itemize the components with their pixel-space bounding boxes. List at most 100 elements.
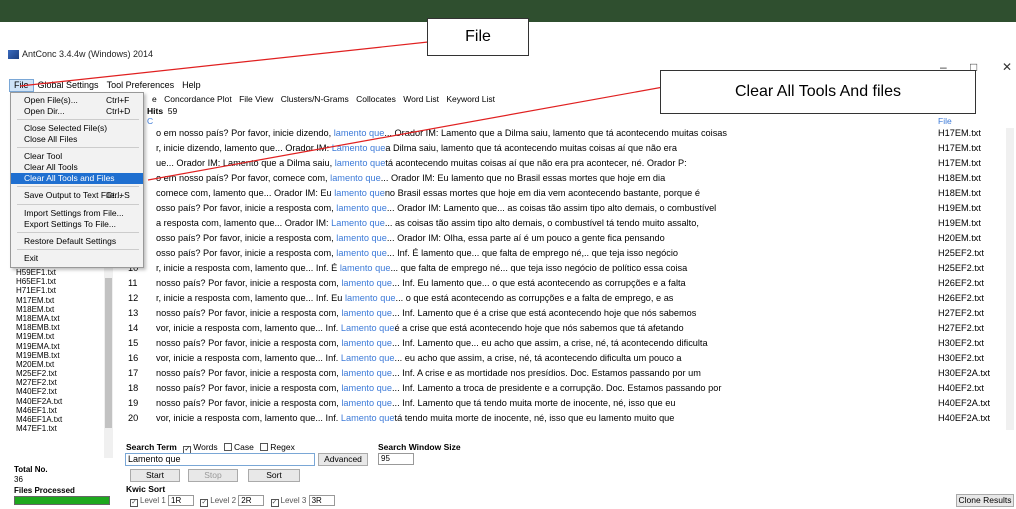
hit-file-name[interactable]: H27EF2.txt — [938, 308, 984, 320]
corpus-file-item[interactable]: M19EMB.txt — [10, 351, 114, 360]
search-window-spinner[interactable]: 95 — [378, 453, 414, 465]
hit-file-name[interactable]: H18EM.txt — [938, 188, 981, 200]
hit-file-name[interactable]: H30EF2.txt — [938, 338, 984, 350]
tab-collocates[interactable]: Collocates — [356, 94, 396, 104]
hit-file-name[interactable]: H20EM.txt — [938, 233, 981, 245]
corpus-file-item[interactable]: M27EF2.txt — [10, 378, 114, 387]
corpus-file-item[interactable]: M46EF1A.txt — [10, 415, 114, 424]
hit-file-name[interactable]: H30EF2.txt — [938, 353, 984, 365]
hit-keyword[interactable]: lamento que — [335, 158, 386, 168]
hit-keyword[interactable]: lamento que — [336, 233, 387, 243]
corpus-file-item[interactable]: M17EM.txt — [10, 296, 114, 305]
hit-keyword[interactable]: lamento que — [341, 398, 392, 408]
hit-keyword[interactable]: lamento que — [345, 293, 396, 303]
clone-results-button[interactable]: Clone Results — [956, 494, 1014, 507]
corpus-file-item[interactable]: M18EMA.txt — [10, 314, 114, 323]
case-checkbox[interactable] — [224, 443, 233, 451]
search-input[interactable]: Lamento que — [125, 453, 315, 466]
hit-keyword[interactable]: Lamento que — [331, 218, 385, 228]
file-menu-item-7[interactable]: Save Output to Text File... Ctrl+S — [11, 190, 143, 201]
advanced-button[interactable]: Advanced — [318, 453, 368, 466]
hit-keyword[interactable]: lamento que — [330, 173, 381, 183]
hit-file-name[interactable]: H40EF2A.txt — [938, 398, 990, 410]
file-menu-item-5[interactable]: Clear All Tools — [11, 162, 143, 173]
hit-file-name[interactable]: H26EF2.txt — [938, 293, 984, 305]
hit-keyword[interactable]: lamento que — [336, 203, 387, 213]
file-menu-item-2[interactable]: Close Selected File(s) — [11, 123, 143, 134]
hit-file-name[interactable]: H17EM.txt — [938, 143, 981, 155]
file-menu-item-8[interactable]: Import Settings from File... — [11, 208, 143, 219]
hit-file-name[interactable]: H19EM.txt — [938, 218, 981, 230]
corpus-file-list[interactable]: H59EF1.txt H65EF1.txt H71EF1.txt M17EM.txt M… — [10, 268, 114, 458]
menu-global-settings[interactable]: Global Settings — [34, 79, 103, 92]
file-list-scroll-thumb[interactable] — [105, 278, 112, 428]
hit-keyword[interactable]: lamento que — [341, 308, 392, 318]
hit-file-name[interactable]: H17EM.txt — [938, 128, 981, 140]
hit-keyword[interactable]: Lamento que — [341, 353, 395, 363]
menu-file[interactable]: File — [9, 79, 34, 92]
menu-help[interactable]: Help — [178, 79, 205, 92]
menu-tool-preferences[interactable]: Tool Preferences — [103, 79, 179, 92]
corpus-file-item[interactable]: M19EM.txt — [10, 332, 114, 341]
corpus-file-item[interactable]: H65EF1.txt — [10, 277, 114, 286]
hits-horizontal-scrollbar[interactable] — [126, 431, 936, 439]
corpus-file-item[interactable]: M46EF1.txt — [10, 406, 114, 415]
corpus-file-item[interactable]: M25EF2.txt — [10, 369, 114, 378]
hit-file-name[interactable]: H18EM.txt — [938, 173, 981, 185]
file-menu-item-11[interactable]: Exit — [11, 253, 143, 264]
tab-keyword-list[interactable]: Keyword List — [446, 94, 495, 104]
hit-file-name[interactable]: H19EM.txt — [938, 203, 981, 215]
file-menu-item-4[interactable]: Clear Tool — [11, 151, 143, 162]
corpus-file-item[interactable]: M40EF2.txt — [10, 387, 114, 396]
tab-word-list[interactable]: Word List — [403, 94, 439, 104]
close-button[interactable]: ✕ — [1002, 60, 1012, 74]
hit-keyword[interactable]: lamento que — [341, 338, 392, 348]
tab-file-view[interactable]: File View — [239, 94, 273, 104]
regex-checkbox[interactable] — [260, 443, 269, 451]
corpus-file-item[interactable]: H59EF1.txt — [10, 268, 114, 277]
hit-file-name[interactable]: H30EF2A.txt — [938, 368, 990, 380]
tab-clusters-ngrams[interactable]: Clusters/N-Grams — [281, 94, 349, 104]
level3-spinner[interactable]: 3R — [308, 495, 335, 506]
tab-concordance-plot[interactable]: Concordance Plot — [164, 94, 232, 104]
corpus-file-item[interactable]: M40EF2A.txt — [10, 397, 114, 406]
file-menu-item-9[interactable]: Export Settings To File... — [11, 219, 143, 230]
hit-file-name[interactable]: H40EF2.txt — [938, 383, 984, 395]
level2-checkbox[interactable]: ✓ — [200, 499, 209, 507]
corpus-file-item[interactable]: H71EF1.txt — [10, 286, 114, 295]
level1-checkbox[interactable]: ✓ — [130, 499, 138, 507]
hit-file-name[interactable]: H25EF2.txt — [938, 263, 984, 275]
tab-concordance[interactable]: e — [152, 94, 157, 104]
hit-file-name[interactable]: H26EF2.txt — [938, 278, 984, 290]
sort-button[interactable]: Sort — [248, 469, 300, 482]
level3-checkbox[interactable]: ✓ — [270, 499, 279, 507]
corpus-file-item[interactable]: M20EM.txt — [10, 360, 114, 369]
hit-file-name[interactable]: H27EF2.txt — [938, 323, 984, 335]
start-button[interactable]: Start — [130, 469, 180, 482]
file-menu-item-6[interactable]: Clear All Tools and Files — [11, 173, 143, 184]
hit-keyword[interactable]: lamento que — [336, 248, 387, 258]
hit-keyword[interactable]: Lamento que — [332, 143, 386, 153]
file-menu-item-0[interactable]: Open File(s)... Ctrl+F — [11, 95, 143, 106]
hit-keyword[interactable]: Lamento que — [341, 323, 395, 333]
hit-keyword[interactable]: lamento que — [334, 128, 385, 138]
hit-file-name[interactable]: H17EM.txt — [938, 158, 981, 170]
hit-file-name[interactable]: H40EF2A.txt — [938, 413, 990, 425]
hit-keyword[interactable]: lamento que — [341, 368, 392, 378]
hit-keyword[interactable]: lamento que — [340, 263, 391, 273]
file-menu-item-3[interactable]: Close All Files — [11, 134, 143, 145]
corpus-file-item[interactable]: M47EF1.txt — [10, 424, 114, 433]
file-menu-item-10[interactable]: Restore Default Settings — [11, 236, 143, 247]
hit-keyword[interactable]: lamento que — [341, 278, 392, 288]
corpus-file-item[interactable]: M18EM.txt — [10, 305, 114, 314]
hits-vertical-scrollbar[interactable] — [1006, 128, 1014, 430]
concordance-hits-list[interactable]: o em nosso país? Por favor, inicie dizen… — [126, 128, 936, 430]
level2-spinner[interactable]: 2R — [238, 495, 265, 506]
file-menu-item-1[interactable]: Open Dir... Ctrl+D — [11, 106, 143, 117]
hit-file-name[interactable]: H25EF2.txt — [938, 248, 984, 260]
corpus-file-item[interactable]: M19EMA.txt — [10, 342, 114, 351]
stop-button[interactable]: Stop — [188, 469, 238, 482]
hit-keyword[interactable]: lamento que — [334, 188, 385, 198]
corpus-file-item[interactable]: M18EMB.txt — [10, 323, 114, 332]
hit-keyword[interactable]: Lamento que — [341, 413, 395, 423]
